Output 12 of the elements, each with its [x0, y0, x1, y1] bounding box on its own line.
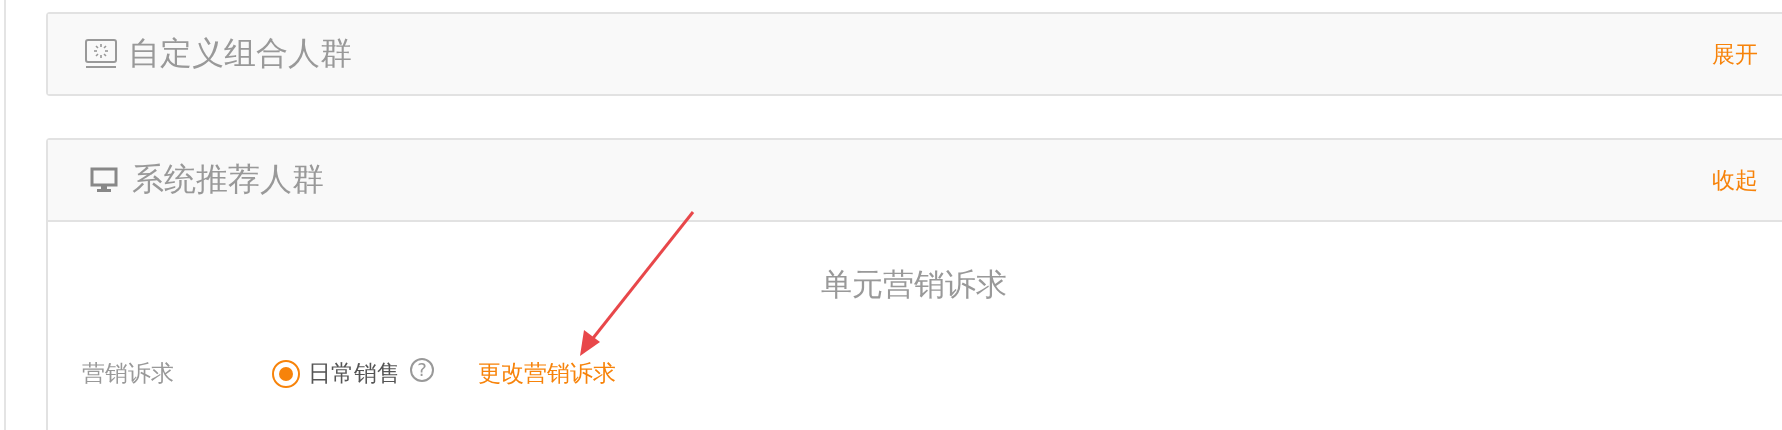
collapse-link[interactable]: 收起	[1712, 164, 1758, 196]
change-link[interactable]: 更改营销诉求	[478, 358, 616, 389]
field-label: 营销诉求	[82, 359, 175, 388]
panel-title: 自定义组合人群	[128, 33, 352, 74]
monitor-icon	[84, 37, 118, 71]
radio-button[interactable]	[272, 359, 300, 388]
expand-link[interactable]: 展开	[1712, 38, 1758, 70]
section-title: 单元营销诉求	[820, 265, 1008, 304]
monitor-icon	[90, 166, 118, 194]
radio-label: 日常销售	[308, 359, 400, 388]
help-icon[interactable]: ?	[410, 357, 434, 382]
panel-title: 系统推荐人群	[132, 159, 324, 200]
